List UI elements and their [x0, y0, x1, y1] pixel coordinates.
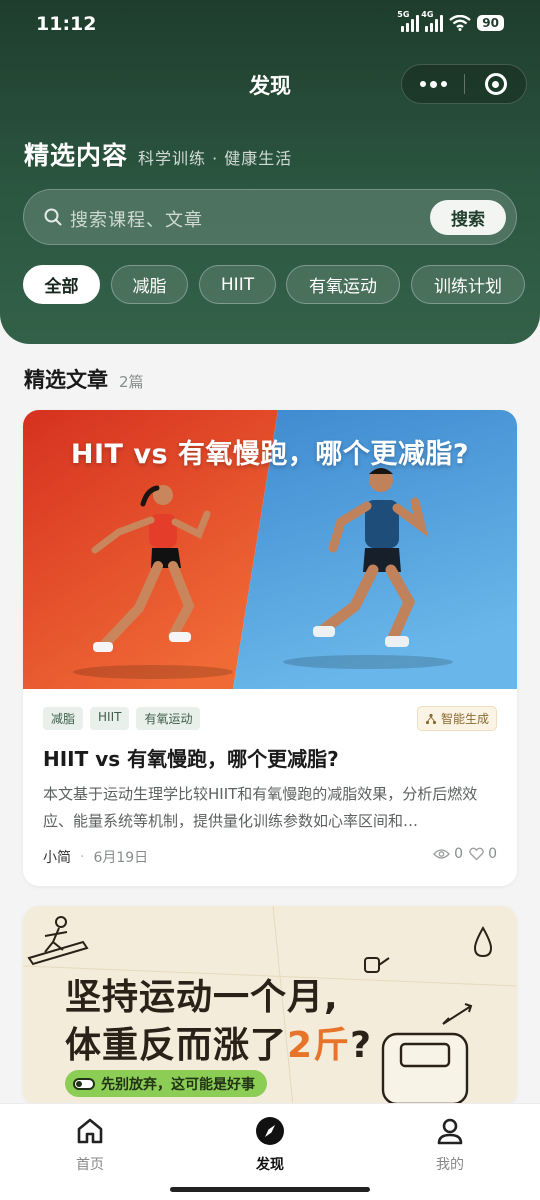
- article-card[interactable]: 坚持运动一个月, 体重反而涨了2斤? 先别放弃，这可能是好事: [23, 906, 517, 1106]
- chip-hiit[interactable]: HIIT: [199, 265, 276, 304]
- cover2-pill: 先别放弃，这可能是好事: [65, 1070, 267, 1097]
- section-title: 精选内容: [24, 141, 129, 170]
- tab-home[interactable]: 首页: [40, 1116, 140, 1174]
- list-count: 2篇: [119, 373, 144, 391]
- status-time: 11:12: [36, 13, 97, 35]
- wifi-icon: [449, 15, 472, 31]
- cover-title: HIT vs 有氧慢跑，哪个更减脂?: [70, 439, 470, 470]
- heart-icon[interactable]: [469, 847, 484, 861]
- cover2-line1: 坚持运动一个月,: [65, 977, 339, 1018]
- article-tag: 减脂: [43, 707, 84, 730]
- home-icon: [77, 1118, 103, 1144]
- cover2-line2: 体重反而涨了2斤?: [65, 1025, 372, 1066]
- home-indicator: [170, 1187, 370, 1192]
- chip-all[interactable]: 全部: [23, 265, 100, 304]
- search-button[interactable]: 搜索: [430, 200, 506, 235]
- article-summary: 本文基于运动生理学比较HIIT和有氧慢跑的减脂效果，分析后燃效应、能量系统等机制…: [43, 785, 478, 830]
- tab-profile[interactable]: 我的: [400, 1116, 500, 1174]
- article-tag: 有氧运动: [136, 707, 201, 730]
- status-icons: 5G 4G 90: [397, 10, 504, 32]
- section-subtitle: 科学训练 · 健康生活: [138, 149, 293, 168]
- article-title: HIIT vs 有氧慢跑，哪个更减脂?: [43, 747, 339, 771]
- like-count: 0: [488, 846, 497, 862]
- section-header: 精选内容 科学训练 · 健康生活: [24, 136, 292, 172]
- article-date: 6月19日: [93, 850, 149, 866]
- header: 11:12 5G 4G 90 发现 精选内容 科学训练 · 健康生活 搜索课程、…: [0, 0, 540, 344]
- category-chips: 全部 减脂 HIIT 有氧运动 训练计划: [23, 265, 540, 305]
- battery-indicator: 90: [477, 15, 504, 31]
- search-bar[interactable]: 搜索课程、文章 搜索: [23, 189, 517, 245]
- chip-training-plan[interactable]: 训练计划: [411, 265, 525, 304]
- article-author: 小简: [43, 850, 71, 866]
- mini-program-capsule: [401, 64, 527, 104]
- list-header: 精选文章 2篇: [24, 364, 144, 394]
- nodes-icon: [425, 713, 437, 724]
- ai-generated-badge: 智能生成: [416, 706, 497, 731]
- search-icon: [44, 208, 62, 226]
- article-meta: 小简 · 6月19日: [43, 847, 148, 867]
- user-icon: [437, 1118, 463, 1145]
- bottom-tab-bar: 首页 发现 我的: [0, 1103, 540, 1200]
- eye-icon: [433, 849, 451, 859]
- list-title: 精选文章: [24, 368, 108, 392]
- article-tag: HIIT: [90, 707, 130, 730]
- target-icon: [484, 73, 507, 95]
- more-button[interactable]: [402, 64, 464, 104]
- chip-fat-loss[interactable]: 减脂: [111, 265, 188, 304]
- compass-icon: [256, 1117, 284, 1145]
- view-count: 0: [454, 846, 464, 862]
- search-input[interactable]: 搜索课程、文章: [70, 206, 203, 232]
- close-miniapp-button[interactable]: [465, 64, 526, 104]
- status-bar: 11:12 5G 4G 90: [0, 0, 540, 50]
- article-stats: 0 0: [433, 846, 497, 862]
- ai-watermark: 豆包AI生成: [461, 869, 511, 880]
- meta-separator: ·: [80, 849, 85, 865]
- ai-badge-label: 智能生成: [440, 712, 489, 726]
- signal-4g-icon: 4G: [421, 10, 444, 32]
- signal-5g-icon: 5G: [397, 10, 420, 32]
- article-card[interactable]: HIT vs 有氧慢跑，哪个更减脂? 豆包AI生成 减脂 HIIT 有氧运动 智…: [23, 410, 517, 886]
- article-tags: 减脂 HIIT 有氧运动: [43, 707, 201, 730]
- chip-aerobic[interactable]: 有氧运动: [286, 265, 400, 304]
- toggle-icon: [73, 1077, 95, 1090]
- tab-discover[interactable]: 发现: [220, 1116, 320, 1174]
